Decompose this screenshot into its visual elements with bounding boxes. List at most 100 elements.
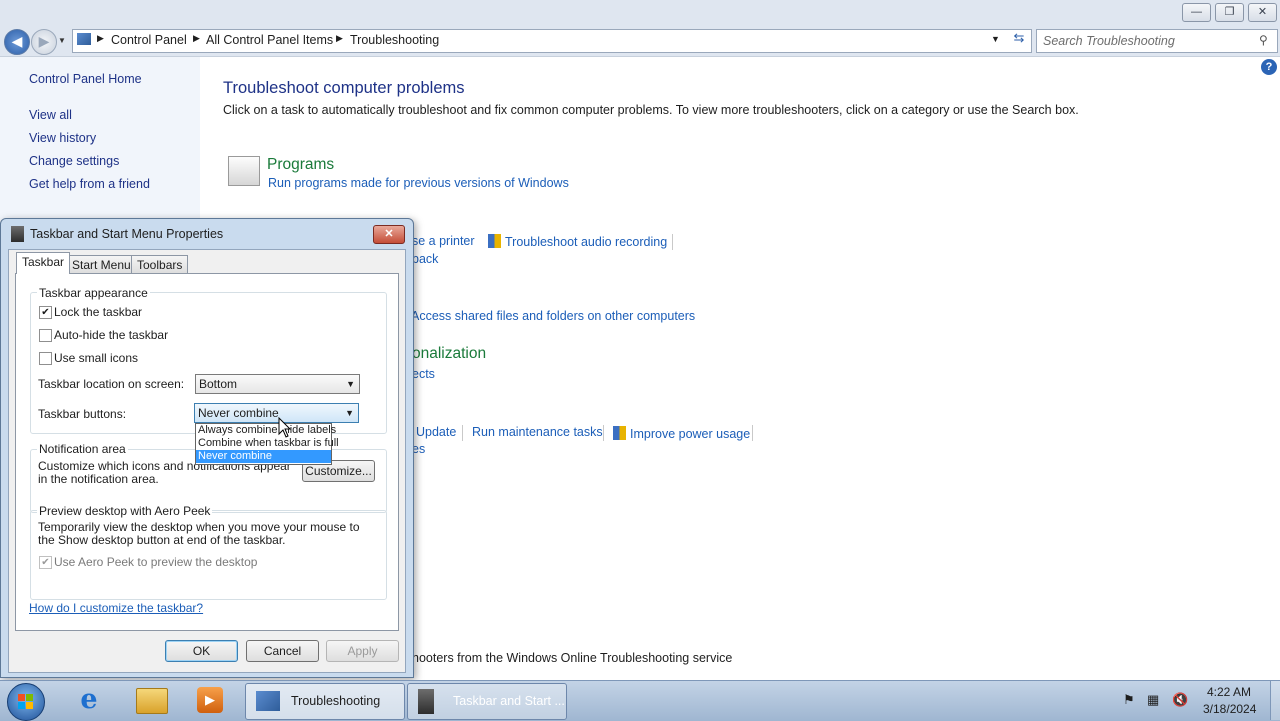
playback-link[interactable]: back	[412, 252, 438, 266]
tab-start-menu[interactable]: Start Menu	[66, 255, 137, 274]
clock-time[interactable]: 4:22 AM	[1207, 685, 1251, 699]
close-window-button[interactable]: ✕	[1248, 3, 1277, 22]
back-button[interactable]: ◀	[4, 29, 30, 55]
address-bar[interactable]: ▶ Control Panel ▶ All Control Panel Item…	[72, 29, 1032, 53]
taskbar-properties-dialog: Taskbar and Start Menu Properties ✕ Task…	[0, 218, 414, 678]
separator	[603, 425, 604, 441]
address-dropdown-icon[interactable]: ▼	[991, 34, 1000, 44]
lock-taskbar-checkbox[interactable]: ✔	[39, 306, 52, 319]
taskbar-window-label: Taskbar and Start ...	[453, 694, 565, 708]
properties-icon	[418, 689, 434, 714]
page-description: Click on a task to automatically trouble…	[223, 103, 1079, 117]
clock-date[interactable]: 3/18/2024	[1203, 702, 1256, 716]
get-help-link[interactable]: Get help from a friend	[29, 177, 150, 191]
separator	[672, 234, 673, 250]
search-input[interactable]: Search Troubleshooting	[1043, 34, 1175, 48]
windows-update-link[interactable]: Update	[416, 425, 456, 439]
chevron-down-icon: ▼	[345, 408, 354, 418]
windows-taskbar: e ▶ Troubleshooting Taskbar and Start ..…	[0, 680, 1280, 721]
taskbar-window-label: Troubleshooting	[291, 694, 381, 708]
programs-icon[interactable]	[228, 156, 260, 186]
audio-recording-link[interactable]: Troubleshoot audio recording	[488, 234, 667, 249]
control-panel-icon	[256, 691, 280, 711]
breadcrumb-all-items[interactable]: All Control Panel Items	[206, 33, 333, 47]
run-old-programs-link[interactable]: Run programs made for previous versions …	[268, 176, 569, 190]
recent-pages-icon[interactable]: ▼	[58, 36, 66, 45]
autohide-checkbox[interactable]	[39, 329, 52, 342]
taskbar-buttons-select[interactable]: Never combine ▼	[194, 403, 359, 423]
taskbar-window-troubleshooting[interactable]: Troubleshooting	[245, 683, 405, 720]
media-player-icon[interactable]: ▶	[197, 687, 223, 713]
breadcrumb-arrow-icon[interactable]: ▶	[193, 33, 200, 44]
printer-link[interactable]: se a printer	[412, 234, 475, 248]
option-never-combine[interactable]: Never combine	[196, 450, 331, 463]
breadcrumb-control-panel[interactable]: Control Panel	[111, 33, 187, 47]
view-all-link[interactable]: View all	[29, 108, 72, 122]
online-troubleshooting-note: hooters from the Windows Online Troubles…	[412, 651, 733, 665]
location-label: Taskbar location on screen:	[38, 377, 185, 391]
dialog-close-button[interactable]: ✕	[373, 225, 405, 244]
minimize-button[interactable]: —	[1182, 3, 1211, 22]
lock-taskbar-label[interactable]: Lock the taskbar	[54, 305, 142, 319]
taskbar-buttons-value: Never combine	[198, 406, 279, 420]
control-panel-icon	[77, 33, 91, 45]
page-title: Troubleshoot computer problems	[223, 79, 465, 97]
shared-folders-link[interactable]: Access shared files and folders on other…	[411, 309, 695, 323]
internet-explorer-icon[interactable]: e	[73, 685, 105, 715]
location-value: Bottom	[199, 377, 238, 391]
refresh-icon[interactable]: ⇆	[1010, 30, 1028, 50]
aero-peek-text: Temporarily view the desktop when you mo…	[38, 520, 360, 547]
control-panel-home-link[interactable]: Control Panel Home	[29, 72, 142, 86]
buttons-label: Taskbar buttons:	[38, 407, 127, 421]
maintenance-tasks-link[interactable]: Run maintenance tasks	[472, 425, 603, 439]
change-settings-link[interactable]: Change settings	[29, 154, 119, 168]
address-row: ◀ ▶ ▼ ▶ Control Panel ▶ All Control Pane…	[0, 26, 1280, 57]
aero-peek-group-label: Preview desktop with Aero Peek	[37, 504, 213, 518]
show-desktop-button[interactable]	[1270, 681, 1280, 720]
tab-toolbars[interactable]: Toolbars	[131, 255, 189, 274]
search-icon[interactable]: ⚲	[1259, 33, 1268, 47]
breadcrumb-arrow-icon[interactable]: ▶	[336, 33, 343, 44]
taskbar-window-properties[interactable]: Taskbar and Start ...	[407, 683, 567, 720]
small-icons-checkbox[interactable]	[39, 352, 52, 365]
tab-taskbar[interactable]: Taskbar	[16, 252, 71, 274]
effects-link[interactable]: ects	[412, 367, 435, 381]
programs-category[interactable]: Programs	[267, 156, 334, 174]
view-history-link[interactable]: View history	[29, 131, 96, 145]
breadcrumb-troubleshooting[interactable]: Troubleshooting	[350, 33, 439, 47]
breadcrumb-arrow-icon[interactable]: ▶	[97, 33, 104, 44]
appearance-category[interactable]: onalization	[412, 345, 486, 363]
volume-muted-icon[interactable]: 🔇	[1172, 692, 1188, 708]
small-icons-label[interactable]: Use small icons	[54, 351, 138, 365]
aero-peek-checkbox[interactable]: ✔	[39, 556, 52, 569]
help-icon[interactable]: ?	[1261, 59, 1277, 75]
chevron-down-icon: ▼	[346, 379, 355, 389]
uac-shield-icon	[488, 234, 501, 248]
customize-help-link[interactable]: How do I customize the taskbar?	[29, 601, 203, 615]
cancel-button[interactable]: Cancel	[246, 640, 319, 662]
appearance-group-label: Taskbar appearance	[37, 286, 150, 300]
mouse-cursor-icon	[278, 417, 292, 438]
aero-peek-label: Use Aero Peek to preview the desktop	[54, 555, 258, 569]
window-titlebar: — ❐ ✕	[0, 0, 1280, 26]
separator	[462, 425, 463, 441]
taskbar-buttons-dropdown: Always combine, hide labels Combine when…	[195, 423, 339, 465]
autohide-label[interactable]: Auto-hide the taskbar	[54, 328, 168, 342]
uac-shield-icon	[613, 426, 626, 440]
location-select[interactable]: Bottom ▼	[195, 374, 360, 394]
notification-group-label: Notification area	[37, 442, 128, 456]
separator	[752, 425, 753, 441]
option-always-combine[interactable]: Always combine, hide labels	[196, 424, 336, 437]
forward-button[interactable]: ▶	[31, 29, 57, 55]
action-center-flag-icon[interactable]: ⚑	[1123, 692, 1135, 708]
option-combine-when-full[interactable]: Combine when taskbar is full	[196, 437, 339, 450]
file-explorer-icon[interactable]	[136, 688, 168, 714]
dialog-app-icon	[11, 226, 24, 242]
ok-button[interactable]: OK	[165, 640, 238, 662]
power-usage-link[interactable]: Improve power usage	[613, 426, 750, 441]
start-button[interactable]	[7, 683, 45, 721]
network-icon[interactable]: ▦	[1147, 692, 1159, 708]
apply-button[interactable]: Apply	[326, 640, 399, 662]
restore-button[interactable]: ❐	[1215, 3, 1244, 22]
search-box[interactable]: Search Troubleshooting ⚲	[1036, 29, 1278, 53]
